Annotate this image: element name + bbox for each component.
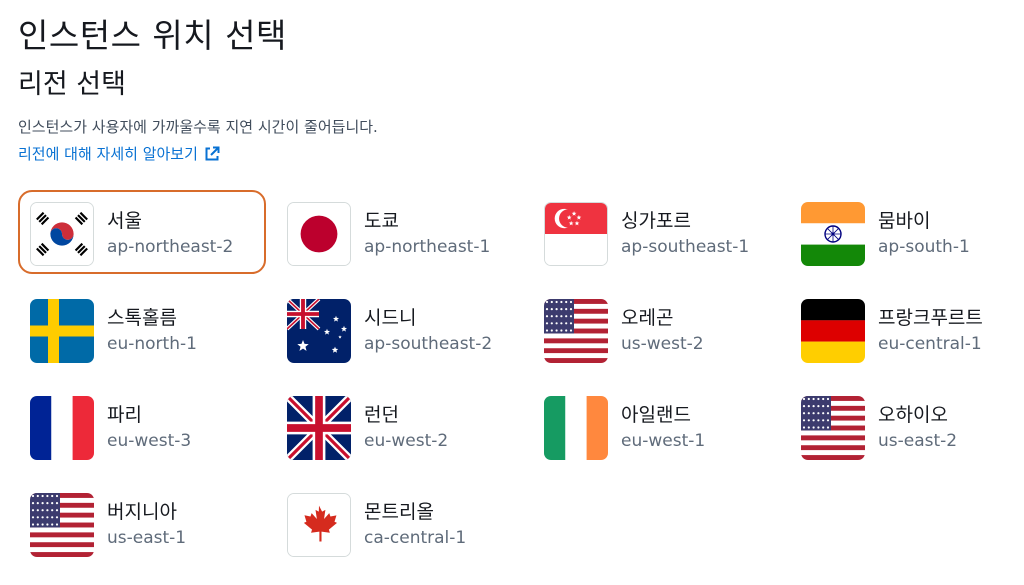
region-code: ca-central-1 bbox=[364, 528, 467, 548]
region-card-ca-central-1[interactable]: 몬트리올 ca-central-1 bbox=[275, 481, 523, 565]
usa-flag-icon bbox=[30, 493, 94, 557]
south-korea-flag-icon bbox=[30, 202, 94, 266]
region-name: 시드니 bbox=[364, 307, 417, 329]
region-name: 오하이오 bbox=[878, 404, 948, 426]
region-code: eu-west-2 bbox=[364, 431, 449, 451]
region-code: ap-northeast-1 bbox=[364, 237, 491, 257]
region-code: ap-southeast-2 bbox=[364, 334, 493, 354]
region-name: 파리 bbox=[107, 404, 142, 426]
region-card-ap-northeast-2[interactable]: 서울 ap-northeast-2 bbox=[18, 190, 266, 274]
region-name: 도쿄 bbox=[364, 210, 399, 232]
region-code: eu-west-3 bbox=[107, 431, 192, 451]
australia-flag-icon bbox=[287, 299, 351, 363]
region-card-ap-northeast-1[interactable]: 도쿄 ap-northeast-1 bbox=[275, 190, 523, 274]
region-code: us-east-1 bbox=[107, 528, 187, 548]
region-card-us-west-2[interactable]: 오레곤 us-west-2 bbox=[532, 287, 780, 371]
ireland-flag-icon bbox=[544, 396, 608, 460]
region-card-eu-north-1[interactable]: 스톡홀름 eu-north-1 bbox=[18, 287, 266, 371]
region-name: 스톡홀름 bbox=[107, 307, 177, 329]
region-code: ap-northeast-2 bbox=[107, 237, 234, 257]
region-name: 프랑크푸르트 bbox=[878, 307, 983, 329]
region-card-ap-southeast-2[interactable]: 시드니 ap-southeast-2 bbox=[275, 287, 523, 371]
region-name: 오레곤 bbox=[621, 307, 674, 329]
region-name: 아일랜드 bbox=[621, 404, 691, 426]
section-title: 리전 선택 bbox=[18, 69, 126, 100]
region-name: 몬트리올 bbox=[364, 501, 434, 523]
region-code: ap-south-1 bbox=[878, 237, 970, 257]
region-name: 뭄바이 bbox=[878, 210, 931, 232]
india-flag-icon bbox=[801, 202, 865, 266]
sweden-flag-icon bbox=[30, 299, 94, 363]
region-name: 서울 bbox=[107, 210, 142, 232]
france-flag-icon bbox=[30, 396, 94, 460]
region-code: eu-west-1 bbox=[621, 431, 706, 451]
japan-flag-icon bbox=[287, 202, 351, 266]
region-card-eu-west-2[interactable]: 런던 eu-west-2 bbox=[275, 384, 523, 468]
region-description: 인스턴스가 사용자에 가까울수록 지연 시간이 줄어듭니다. bbox=[18, 118, 378, 136]
usa-flag-icon bbox=[544, 299, 608, 363]
region-card-us-east-1[interactable]: 버지니아 us-east-1 bbox=[18, 481, 266, 565]
canada-flag-icon bbox=[287, 493, 351, 557]
region-card-eu-central-1[interactable]: 프랑크푸르트 eu-central-1 bbox=[789, 287, 1024, 371]
uk-flag-icon bbox=[287, 396, 351, 460]
region-code: eu-central-1 bbox=[878, 334, 982, 354]
region-grid: 서울 ap-northeast-2 도쿄 ap-northeast-1 싱가포르 ap-… bbox=[18, 190, 1024, 578]
region-code: eu-north-1 bbox=[107, 334, 197, 354]
region-card-eu-west-1[interactable]: 아일랜드 eu-west-1 bbox=[532, 384, 780, 468]
germany-flag-icon bbox=[801, 299, 865, 363]
region-card-us-east-2[interactable]: 오하이오 us-east-2 bbox=[789, 384, 1024, 468]
region-code: ap-southeast-1 bbox=[621, 237, 750, 257]
region-card-ap-south-1[interactable]: 뭄바이 ap-south-1 bbox=[789, 190, 1024, 274]
usa-flag-icon bbox=[801, 396, 865, 460]
region-name: 버지니아 bbox=[107, 501, 177, 523]
region-card-eu-west-3[interactable]: 파리 eu-west-3 bbox=[18, 384, 266, 468]
page-title: 인스턴스 위치 선택 bbox=[18, 16, 287, 55]
region-card-ap-southeast-1[interactable]: 싱가포르 ap-southeast-1 bbox=[532, 190, 780, 274]
learn-more-link-label: 리전에 대해 자세히 알아보기 bbox=[18, 145, 198, 163]
region-name: 런던 bbox=[364, 404, 399, 426]
singapore-flag-icon bbox=[544, 202, 608, 266]
region-name: 싱가포르 bbox=[621, 210, 691, 232]
learn-more-link[interactable]: 리전에 대해 자세히 알아보기 bbox=[18, 143, 220, 165]
region-code: us-east-2 bbox=[878, 431, 958, 451]
external-link-icon bbox=[204, 146, 220, 162]
region-code: us-west-2 bbox=[621, 334, 704, 354]
